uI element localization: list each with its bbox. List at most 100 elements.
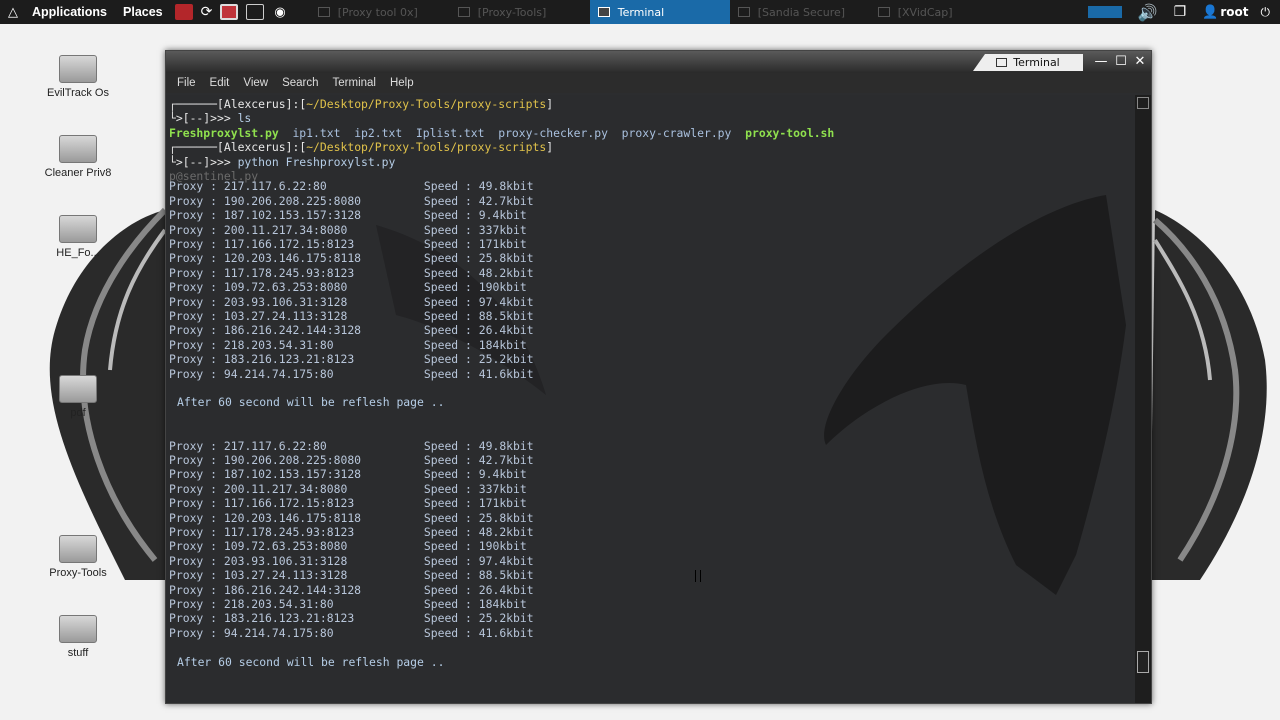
speed-label: Speed :	[423, 337, 472, 352]
proxy-address: 117.166.172.15:8123	[223, 496, 355, 511]
scroll-up-button[interactable]	[1137, 97, 1149, 109]
proxy-address: 94.214.74.175:80	[223, 625, 334, 640]
prompt-sep: ]:[	[285, 140, 307, 155]
speed-value: 184kbit	[478, 337, 527, 352]
speed-label: Speed :	[423, 352, 472, 367]
top-panel: △ Applications Places ⟳ ◉ [Proxy tool 0x…	[0, 0, 1280, 24]
terminal-output[interactable]: ┌──────[Alexcerus]:[~/Desktop/Proxy-Tool…	[166, 95, 1135, 703]
prompt-user: Alexcerus	[223, 140, 286, 155]
menu-search[interactable]: Search	[275, 77, 325, 89]
terminal-scrollbar[interactable]	[1135, 95, 1151, 703]
speed-label: Speed :	[423, 525, 472, 539]
desktop-icon[interactable]: HE_Fo...	[23, 215, 133, 259]
menu-file[interactable]: File	[170, 77, 203, 89]
folder-icon	[59, 375, 97, 403]
maximize-button[interactable]: ☐	[1113, 54, 1129, 70]
speed-label: Speed :	[423, 611, 472, 626]
distro-logo-icon[interactable]: △	[8, 5, 18, 20]
speed-value: 171kbit	[478, 496, 527, 511]
proxy-label: Proxy :	[169, 352, 218, 367]
taskbar: [Proxy tool 0x] [Proxy-Tools] Terminal [San…	[310, 0, 1010, 24]
menu-terminal[interactable]: Terminal	[326, 77, 383, 89]
launcher-red-icon[interactable]	[174, 4, 193, 20]
proxy-address: 203.93.106.31:3128	[223, 294, 348, 309]
proxy-row: Proxy : 217.117.6.22:80 Speed : 49.8kbit	[169, 439, 534, 453]
prompt-user: Alexcerus	[223, 97, 286, 111]
proxy-row: Proxy : 109.72.63.253:8080 Speed : 190kbi…	[169, 280, 527, 294]
proxy-row: Proxy : 94.214.74.175:80 Speed : 41.6kbit	[169, 626, 534, 640]
taskbar-item[interactable]: [XVidCap]	[870, 0, 1010, 24]
terminal-line: After 60 second will be reflesh page ..	[177, 395, 444, 409]
user-name[interactable]: root	[1220, 5, 1248, 19]
speed-value: 184kbit	[478, 597, 527, 611]
desktop-icon-label: HE_Fo...	[56, 247, 100, 259]
speed-value: 25.2kbit	[478, 611, 534, 626]
proxy-address: 109.72.63.253:8080	[223, 280, 348, 295]
terminal-line: └>[--]>>> python Freshproxylst.py	[169, 155, 395, 169]
file-entry: proxy-tool.sh	[745, 125, 835, 140]
file-entry: proxy-checker.py	[498, 125, 608, 140]
speed-label: Speed :	[423, 553, 472, 568]
browser-launcher-icon[interactable]: ◉	[274, 5, 285, 20]
windows-icon[interactable]: ❐	[1174, 4, 1187, 20]
media-launcher-icon[interactable]	[220, 4, 239, 20]
network-status-icon[interactable]	[1087, 6, 1122, 18]
terminal-line: After 60 second will be reflesh page ..	[177, 655, 444, 669]
menu-view[interactable]: View	[236, 77, 275, 89]
proxy-label: Proxy :	[169, 525, 218, 539]
typed-command: ls	[237, 111, 252, 126]
proxy-label: Proxy :	[169, 611, 218, 626]
scroll-thumb[interactable]	[1137, 651, 1149, 673]
close-button[interactable]: ✕	[1132, 54, 1148, 70]
minimize-button[interactable]: —	[1093, 54, 1109, 70]
desktop-icon[interactable]: Cleaner Priv8	[23, 135, 133, 179]
speed-label: Speed :	[423, 510, 472, 525]
taskbar-item[interactable]: [Proxy tool 0x]	[310, 0, 450, 24]
speed-label: Speed :	[423, 539, 472, 554]
desktop-icon[interactable]: stuff	[23, 615, 133, 659]
taskbar-item[interactable]: [Sandia Secure]	[730, 0, 870, 24]
proxy-address: 120.203.146.175:8118	[223, 510, 362, 525]
volume-icon[interactable]: 🔊	[1138, 3, 1158, 22]
folder-icon	[59, 55, 97, 83]
places-menu[interactable]: Places	[115, 5, 171, 19]
speed-value: 42.7kbit	[478, 453, 534, 467]
proxy-address: 190.206.208.225:8080	[223, 193, 362, 208]
desktop-icon[interactable]: Proxy-Tools	[23, 535, 133, 579]
refresh-launcher-icon[interactable]: ⟳	[201, 4, 213, 20]
proxy-address: 117.166.172.15:8123	[223, 237, 355, 251]
speed-value: 49.8kbit	[478, 438, 534, 453]
prompt-arrow: └>[--]>>>	[169, 154, 238, 169]
proxy-address: 203.93.106.31:3128	[223, 553, 348, 568]
menu-help[interactable]: Help	[383, 77, 421, 89]
terminal-titlebar[interactable]: Terminal — ☐ ✕	[166, 51, 1151, 73]
terminal-window[interactable]: Terminal — ☐ ✕ File Edit View Search Termina…	[165, 50, 1152, 704]
taskbar-item[interactable]: [Proxy-Tools]	[450, 0, 590, 24]
speed-label: Speed :	[423, 237, 472, 251]
proxy-address: 94.214.74.175:80	[223, 366, 334, 381]
typed-command: python Freshproxylst.py	[237, 154, 396, 169]
speed-label: Speed :	[423, 294, 472, 309]
speed-value: 25.8kbit	[478, 510, 534, 525]
window-icon	[597, 7, 610, 17]
desktop-icon-label: Cleaner Priv8	[44, 167, 112, 179]
desktop-icon[interactable]: pdf	[23, 375, 133, 419]
file-entry: ip2.txt	[354, 125, 403, 140]
menu-edit[interactable]: Edit	[203, 77, 237, 89]
speed-label: Speed :	[423, 208, 472, 223]
user-icon[interactable]: 👤	[1202, 5, 1218, 20]
desktop-icon[interactable]: EvilTrack Os	[23, 55, 133, 99]
speed-value: 48.2kbit	[478, 525, 534, 539]
terminal-title-tab[interactable]: Terminal	[973, 54, 1083, 71]
speed-value: 190kbit	[478, 280, 527, 295]
file-entry: Iplist.txt	[415, 125, 485, 140]
terminal-launcher-icon[interactable]	[246, 4, 265, 20]
prompt-path: ~/Desktop/Proxy-Tools/proxy-scripts	[306, 140, 547, 155]
proxy-label: Proxy :	[169, 553, 218, 568]
proxy-label: Proxy :	[169, 222, 218, 237]
taskbar-item[interactable]: Terminal	[589, 0, 730, 24]
terminal-menubar: File Edit View Search Terminal Help	[166, 73, 1151, 93]
speed-label: Speed :	[423, 453, 472, 467]
power-icon[interactable]: ⏻	[1261, 5, 1271, 20]
applications-menu[interactable]: Applications	[24, 5, 115, 19]
